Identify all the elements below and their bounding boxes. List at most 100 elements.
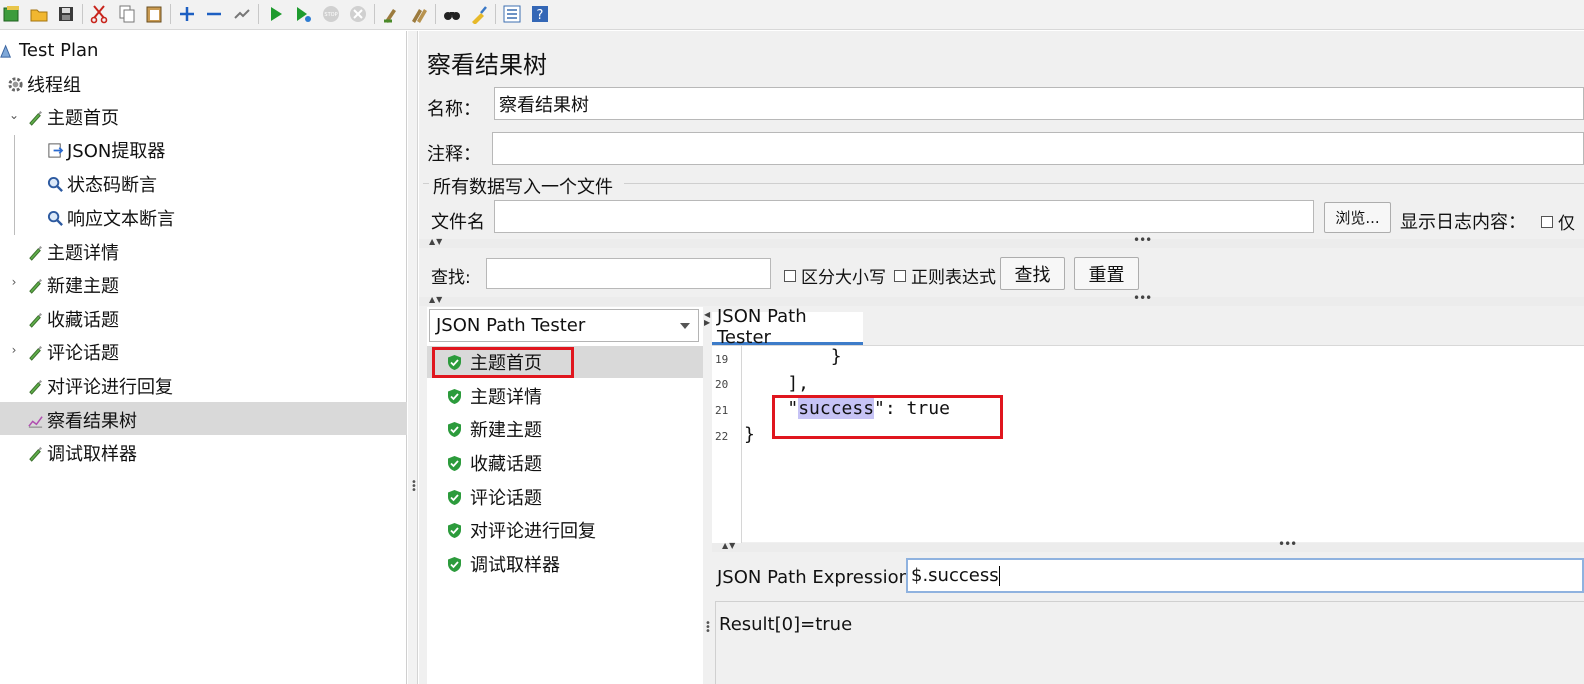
expression-label: JSON Path Expression <box>717 567 911 588</box>
search-label: 查找: <box>431 268 471 288</box>
paste-icon[interactable] <box>143 3 165 25</box>
function-helper-icon[interactable] <box>501 3 523 25</box>
tree-item-topic-detail[interactable]: 主题详情 <box>26 237 119 267</box>
tree-item-comment-topic[interactable]: 评论话题 <box>26 337 119 367</box>
toolbar: STOP ? <box>0 0 1584 30</box>
log-content-label: 显示日志内容： <box>1400 212 1526 233</box>
templates-icon[interactable] <box>1 3 23 25</box>
tree-item-topic-home[interactable]: 主题首页 <box>26 102 119 132</box>
test-plan-tree: Test Plan 线程组 ⌄ 主题首页 JSON提取器 状态码断言 响应文本断… <box>0 31 407 684</box>
success-shield-icon <box>448 556 461 572</box>
tree-item-debug-sampler[interactable]: 调试取样器 <box>26 438 137 468</box>
name-label: 名称： <box>427 99 481 120</box>
sampler-icon <box>26 310 44 328</box>
code-line: } <box>744 346 842 367</box>
clear-all-icon[interactable] <box>408 3 430 25</box>
split-handle-middle[interactable]: ▲▼ ••• <box>419 291 1584 306</box>
listener-icon <box>26 411 44 429</box>
sampler-icon <box>26 377 44 395</box>
chevron-down-icon <box>680 323 690 329</box>
line-number: 20 <box>715 378 729 391</box>
assertion-icon <box>46 209 64 227</box>
tree-item-thread-group[interactable]: 线程组 <box>6 69 81 99</box>
result-item[interactable]: 新建主题 <box>447 415 542 443</box>
regex-checkbox[interactable]: 正则表达式 <box>894 263 996 288</box>
clear-icon[interactable] <box>380 3 402 25</box>
tab-json-path-tester[interactable]: JSON Path Tester <box>712 306 863 348</box>
result-item[interactable]: 主题首页 <box>447 348 542 376</box>
assertion-icon <box>46 175 64 193</box>
success-shield-icon <box>448 455 461 471</box>
tree-item-view-results-tree[interactable]: 察看结果树 <box>26 405 137 435</box>
sampler-icon <box>26 108 44 126</box>
tree-item-favorite-topic[interactable]: 收藏话题 <box>26 304 119 334</box>
test-plan-icon <box>0 41 16 59</box>
success-shield-icon <box>448 354 461 370</box>
svg-text:?: ? <box>537 8 544 23</box>
collapse-icon[interactable] <box>203 3 225 25</box>
expand-icon[interactable] <box>176 3 198 25</box>
success-shield-icon <box>448 388 461 404</box>
line-number: 22 <box>715 430 729 443</box>
file-group-title: 所有数据写入一个文件 <box>433 177 613 198</box>
filename-input[interactable] <box>494 200 1314 233</box>
case-sensitive-checkbox[interactable]: 区分大小写 <box>784 263 886 288</box>
sampler-icon <box>26 444 44 462</box>
tree-item-status-code-assertion[interactable]: 状态码断言 <box>46 169 157 199</box>
success-shield-icon <box>448 421 461 437</box>
line-number-gutter <box>712 346 742 543</box>
result-item[interactable]: 对评论进行回复 <box>447 516 596 544</box>
json-path-tester: JSON Path Tester 19 20 21 22 } ], "succe… <box>712 306 1584 684</box>
comment-label: 注释： <box>427 144 481 165</box>
toggle-icon[interactable] <box>231 3 253 25</box>
result-item[interactable]: 收藏话题 <box>447 449 542 477</box>
success-shield-icon <box>448 489 461 505</box>
find-button[interactable]: 查找 <box>1000 257 1065 290</box>
result-output: Result[0]=true <box>715 601 1584 684</box>
split-handle-top[interactable]: ▲▼ ••• <box>419 233 1584 248</box>
sampler-icon <box>26 243 44 261</box>
renderer-select[interactable]: JSON Path Tester <box>429 309 699 342</box>
log-errors-checkbox[interactable]: 仅 <box>1541 209 1575 234</box>
result-item[interactable]: 评论话题 <box>447 483 542 511</box>
tree-item-new-topic[interactable]: 新建主题 <box>26 270 119 300</box>
chevron-right-icon[interactable]: › <box>8 343 20 357</box>
copy-icon[interactable] <box>116 3 138 25</box>
sampler-icon <box>26 343 44 361</box>
comment-input[interactable] <box>492 132 1584 165</box>
sampler-icon <box>26 276 44 294</box>
main-split-handle[interactable]: • • • <box>408 31 418 684</box>
open-icon[interactable] <box>28 3 50 25</box>
result-item[interactable]: 主题详情 <box>447 382 542 410</box>
start-no-pause-icon[interactable] <box>292 3 314 25</box>
filename-label: 文件名 <box>431 212 485 233</box>
page-title: 察看结果树 <box>427 51 547 79</box>
tree-item-response-text-assertion[interactable]: 响应文本断言 <box>46 203 175 233</box>
stop-icon[interactable]: STOP <box>320 3 342 25</box>
cut-icon[interactable] <box>88 3 110 25</box>
json-path-expression-input[interactable]: $.success <box>906 558 1584 593</box>
name-input[interactable]: 察看结果树 <box>494 87 1584 120</box>
reset-button[interactable]: 重置 <box>1074 257 1139 290</box>
response-code-view[interactable]: 19 20 21 22 } ], "success": true } <box>712 345 1584 543</box>
tester-split-handle[interactable]: ▲▼ ••• <box>712 537 1584 552</box>
result-text: Result[0]=true <box>719 614 853 635</box>
save-icon[interactable] <box>55 3 77 25</box>
chevron-down-icon[interactable]: ⌄ <box>8 108 20 122</box>
line-number: 21 <box>715 404 729 417</box>
gear-icon <box>6 75 24 93</box>
chevron-right-icon[interactable]: › <box>8 275 20 289</box>
reset-search-icon[interactable] <box>468 3 490 25</box>
tree-item-json-extractor[interactable]: JSON提取器 <box>46 135 165 165</box>
search-input[interactable] <box>486 258 771 289</box>
start-icon[interactable] <box>265 3 287 25</box>
tree-item-test-plan[interactable]: Test Plan <box>0 35 98 65</box>
highlight-box <box>772 395 1003 439</box>
shutdown-icon[interactable] <box>347 3 369 25</box>
result-item[interactable]: 调试取样器 <box>447 550 560 578</box>
search-icon[interactable] <box>441 3 463 25</box>
tree-item-reply-comment[interactable]: 对评论进行回复 <box>26 371 173 401</box>
browse-button[interactable]: 浏览... <box>1324 202 1391 233</box>
success-shield-icon <box>448 522 461 538</box>
help-icon[interactable]: ? <box>529 3 551 25</box>
